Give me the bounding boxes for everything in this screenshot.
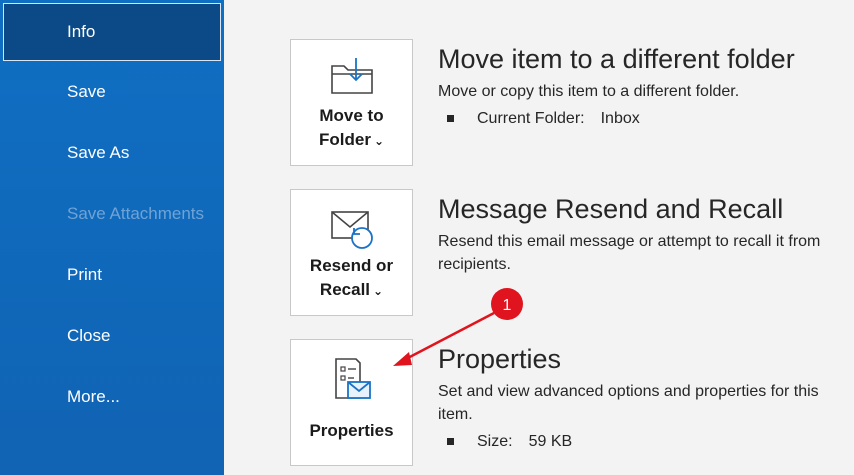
backstage-sidebar: Info Save Save As Save Attachments Print…	[0, 0, 224, 475]
nav-item-print[interactable]: Print	[0, 245, 224, 305]
resend-recall-button[interactable]: Resend or Recall ⌄	[290, 189, 413, 316]
move-to-folder-button[interactable]: Move to Folder ⌄	[290, 39, 413, 166]
resend-recall-icon	[291, 206, 412, 250]
move-section: Move item to a different folder Move or …	[438, 42, 848, 130]
resend-section: Message Resend and Recall Resend this em…	[438, 192, 848, 276]
properties-section: Properties Set and view advanced options…	[438, 342, 848, 453]
size-detail: Size: 59 KB	[438, 430, 848, 453]
nav-item-more[interactable]: More...	[0, 367, 224, 427]
move-to-folder-icon	[291, 56, 412, 96]
current-folder-detail: Current Folder: Inbox	[438, 107, 848, 130]
move-section-description: Move or copy this item to a different fo…	[438, 83, 740, 100]
properties-label: Properties	[309, 421, 394, 440]
properties-button[interactable]: Properties	[290, 339, 413, 466]
chevron-down-icon: ⌄	[373, 284, 384, 298]
bullet-icon	[447, 115, 454, 122]
info-panel: Move to Folder ⌄ Move item to a different…	[224, 0, 854, 475]
properties-section-title: Properties	[438, 344, 562, 374]
resend-section-description: Resend this email message or attempt to …	[438, 233, 821, 273]
properties-icon	[291, 356, 412, 404]
current-folder-value: Inbox	[600, 110, 640, 127]
nav-item-close[interactable]: Close	[0, 306, 224, 366]
chevron-down-icon: ⌄	[373, 134, 384, 148]
current-folder-label: Current Folder:	[477, 110, 585, 127]
move-to-folder-label: Move to Folder ⌄	[318, 106, 384, 149]
nav-item-save[interactable]: Save	[0, 62, 224, 122]
resend-recall-label: Resend or Recall ⌄	[309, 256, 394, 299]
properties-section-description: Set and view advanced options and proper…	[438, 383, 819, 423]
move-section-title: Move item to a different folder	[438, 44, 795, 74]
nav-item-save-attachments: Save Attachments	[67, 204, 205, 223]
size-label: Size:	[477, 433, 513, 450]
size-value: 59 KB	[528, 433, 573, 450]
nav-item-save-as[interactable]: Save As	[0, 123, 224, 183]
nav-item-info[interactable]: Info	[3, 3, 221, 61]
bullet-icon	[447, 438, 454, 445]
resend-section-title: Message Resend and Recall	[438, 194, 784, 224]
